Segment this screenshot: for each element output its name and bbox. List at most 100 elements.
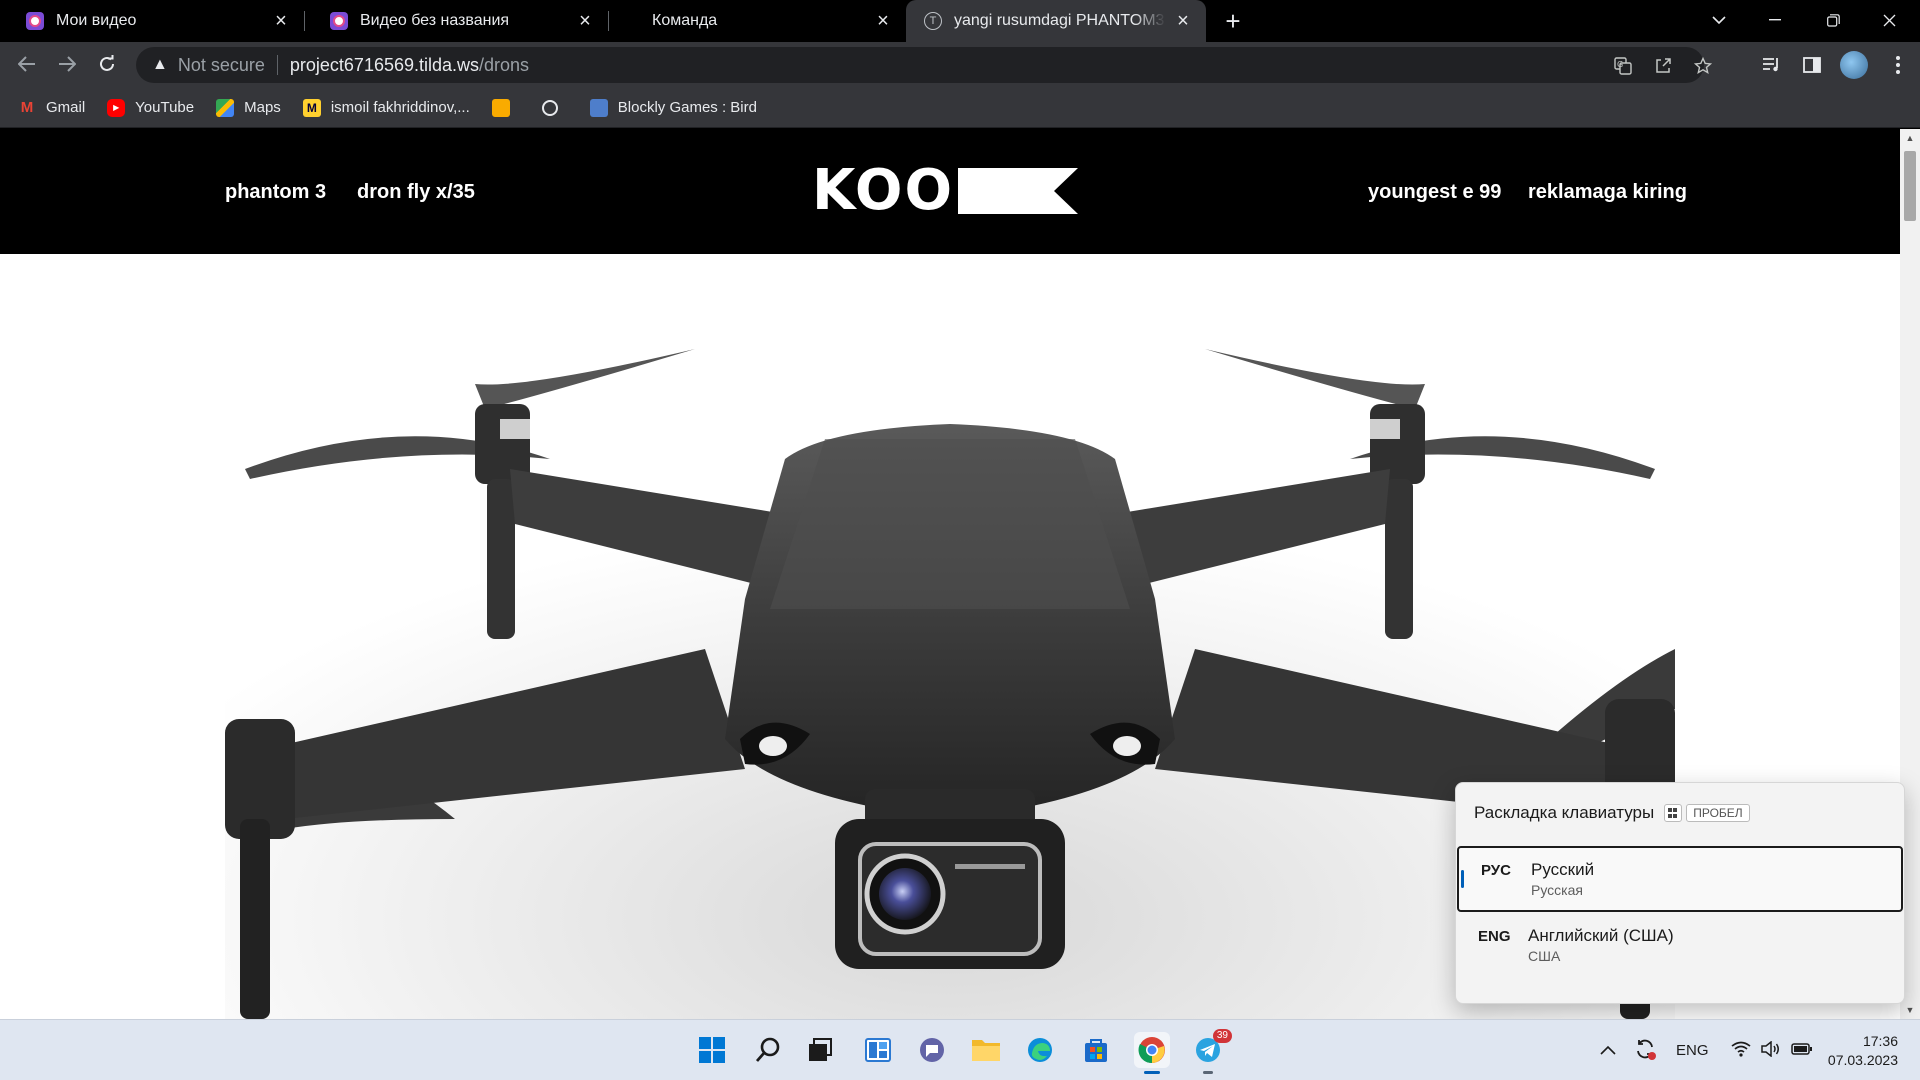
bookmark-youtube[interactable]: ▶ YouTube	[107, 98, 194, 117]
logo-flag-icon	[958, 168, 1079, 214]
volume-icon[interactable]	[1760, 1039, 1781, 1061]
url-host[interactable]: project6716569.tilda.ws	[290, 55, 479, 76]
tab-untitled-video[interactable]: Видео без названия ×	[304, 0, 608, 42]
minimize-button[interactable]	[1752, 0, 1798, 40]
search-icon	[755, 1037, 780, 1062]
url-path[interactable]: /drons	[479, 55, 529, 76]
start-button[interactable]	[694, 1032, 730, 1068]
nav-link-dron-fly[interactable]: dron fly x/35	[357, 181, 475, 204]
scroll-down-arrow-icon[interactable]: ▼	[1900, 1001, 1920, 1019]
layout-option-russian[interactable]: РУС Русский Русская	[1457, 846, 1903, 912]
layout-subtitle: Русская	[1531, 882, 1583, 898]
side-panel-icon[interactable]	[1798, 51, 1826, 79]
security-label[interactable]: Not secure	[178, 55, 265, 76]
bookmark-label: Blockly Games : Bird	[617, 99, 757, 116]
browser-toolbar: ▲ Not secure project6716569.tilda.ws/dro…	[0, 42, 1920, 88]
bookmark-blockly[interactable]: Blockly Games : Bird	[589, 98, 757, 117]
scrollbar-thumb[interactable]	[1904, 151, 1916, 221]
layout-option-english[interactable]: ENG Английский (США) США	[1456, 914, 1904, 980]
store-icon	[1085, 1039, 1107, 1062]
task-view-button[interactable]	[802, 1032, 838, 1068]
bookmark-globe[interactable]	[541, 99, 568, 116]
new-tab-button[interactable]: +	[1218, 6, 1248, 36]
chrome-button[interactable]	[1134, 1032, 1170, 1074]
search-button[interactable]	[750, 1032, 786, 1068]
svg-text:G: G	[1617, 60, 1623, 69]
nav-link-youngest[interactable]: youngest e 99	[1368, 181, 1501, 204]
more-menu-icon[interactable]	[1884, 51, 1912, 79]
layout-code: ENG	[1478, 928, 1511, 945]
reload-button[interactable]	[92, 49, 122, 79]
system-tray: ENG	[1600, 1020, 1813, 1080]
minimize-icon	[1769, 19, 1781, 21]
share-icon[interactable]	[1652, 55, 1674, 77]
folder-icon	[491, 98, 510, 117]
windows-key-icon	[1664, 804, 1683, 822]
flyout-title: Раскладка клавиатуры	[1474, 803, 1655, 822]
edge-icon	[1028, 1038, 1052, 1062]
close-icon[interactable]: ×	[272, 11, 290, 31]
reload-icon	[100, 55, 114, 71]
edge-button[interactable]	[1022, 1032, 1058, 1068]
sync-icon[interactable]	[1634, 1038, 1656, 1064]
windows-taskbar: 39 ENG 17:36 07.03.2023	[0, 1019, 1920, 1080]
chevron-up-icon[interactable]	[1600, 1042, 1616, 1059]
file-explorer-button[interactable]	[968, 1032, 1004, 1068]
wifi-icon[interactable]	[1730, 1041, 1751, 1061]
input-indicator[interactable]: ENG	[1676, 1042, 1709, 1059]
bookmark-gmail[interactable]: M Gmail	[18, 99, 85, 117]
site-header: phantom 3 dron fly x/35 KOO youngest e 9…	[0, 129, 1900, 254]
battery-icon[interactable]	[1790, 1042, 1813, 1059]
teams-chat-icon	[920, 1038, 944, 1062]
layout-subtitle: США	[1528, 948, 1561, 964]
bookmark-label: ismoil fakhriddinov,...	[330, 99, 470, 116]
bookmark-label: Gmail	[46, 99, 86, 116]
telegram-button[interactable]: 39	[1190, 1029, 1232, 1074]
tab-team[interactable]: Команда ×	[608, 0, 906, 42]
restore-button[interactable]	[1810, 0, 1856, 40]
video-app-icon	[330, 12, 348, 30]
bookmark-folder[interactable]	[491, 98, 520, 117]
close-icon[interactable]: ×	[1174, 11, 1192, 31]
bookmark-star-icon[interactable]	[1692, 55, 1714, 77]
close-icon[interactable]: ×	[874, 11, 892, 31]
arrow-left-icon	[18, 56, 35, 72]
widgets-button[interactable]	[860, 1032, 896, 1068]
site-logo[interactable]: KOO	[812, 163, 1079, 219]
nav-link-phantom3[interactable]: phantom 3	[225, 181, 326, 204]
file-explorer-icon	[972, 1040, 1000, 1061]
warning-icon[interactable]: ▲	[152, 56, 168, 74]
tab-strip: Мои видео × Видео без названия × Команда…	[0, 0, 1920, 42]
globe-icon	[541, 99, 558, 116]
media-queue-icon[interactable]	[1758, 51, 1786, 79]
close-window-button[interactable]	[1866, 0, 1912, 40]
nav-link-reklama[interactable]: reklamaga kiring	[1528, 181, 1687, 204]
address-bar[interactable]: ▲ Not secure project6716569.tilda.ws/dro…	[136, 47, 1712, 83]
video-app-icon	[26, 12, 44, 30]
layout-name: Русский	[1531, 860, 1595, 879]
tilda-icon: T	[924, 12, 942, 30]
scroll-up-arrow-icon[interactable]: ▲	[1900, 129, 1920, 147]
unread-badge: 39	[1212, 1029, 1232, 1043]
chevron-down-icon	[1712, 15, 1726, 24]
tab-phantom3-active[interactable]: T yangi rusumdagi PHANTOM3 drone ×	[906, 0, 1206, 42]
back-button[interactable]	[12, 49, 42, 79]
omnibox-divider	[276, 55, 278, 75]
restore-icon	[1826, 13, 1840, 27]
tab-title: Мои видео	[56, 12, 137, 29]
layout-code: РУС	[1481, 862, 1511, 879]
profile-avatar[interactable]	[1840, 51, 1868, 79]
bookmark-miro[interactable]: M ismoil fakhriddinov,...	[302, 98, 470, 117]
bookmark-maps[interactable]: Maps	[216, 98, 281, 117]
clock[interactable]: 17:36 07.03.2023	[1828, 1032, 1898, 1070]
forward-button[interactable]	[52, 49, 82, 79]
close-icon[interactable]: ×	[576, 11, 594, 31]
gmail-icon: M	[20, 99, 34, 116]
translate-icon[interactable]: G	[1612, 55, 1634, 77]
tab-my-videos[interactable]: Мои видео ×	[0, 0, 304, 42]
clock-date: 07.03.2023	[1827, 1052, 1898, 1068]
teams-chat-button[interactable]	[914, 1032, 950, 1068]
tab-search-button[interactable]	[1696, 0, 1742, 40]
bookmark-label: Maps	[244, 99, 281, 116]
store-button[interactable]	[1078, 1032, 1114, 1068]
